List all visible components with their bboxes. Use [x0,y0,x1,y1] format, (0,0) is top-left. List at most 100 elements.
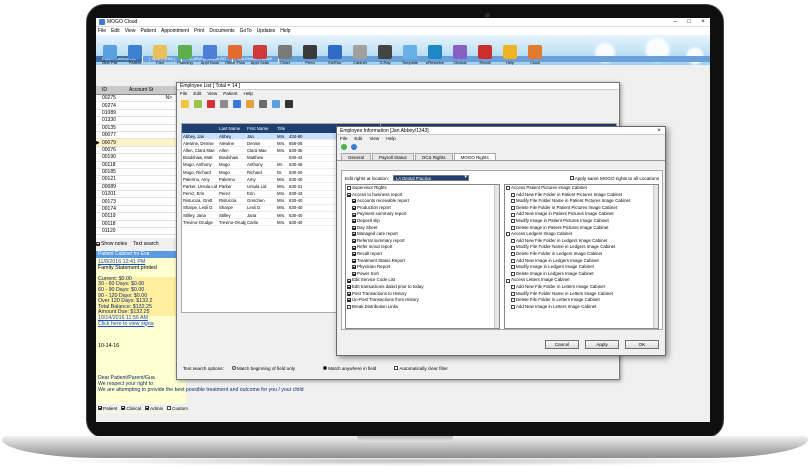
rights-item[interactable]: Access Patient Pictures Image Cabinet [505,185,658,192]
add-employee-icon[interactable] [181,100,189,108]
employee-col-header[interactable]: Title [276,126,288,131]
menu-item-print[interactable]: Print [194,28,204,34]
toolbar-button-10[interactable]: Cabinet [348,36,372,65]
patient-row[interactable]: 00089 [96,184,185,192]
rights-checkbox[interactable] [347,192,351,197]
rights-item[interactable]: Modify Image in Ledgers Image Cabinet [505,264,658,271]
folder-icon[interactable] [246,100,254,108]
menu-item-file[interactable]: File [180,90,187,97]
bottom-tab-checkbox[interactable] [167,406,172,411]
bottom-tab-patient[interactable]: Patient [103,406,117,411]
rights-item[interactable]: Delete File Folder in Ledgers Image Cabi… [505,251,658,258]
rights-checkbox[interactable] [511,252,515,257]
rights-item[interactable]: Delete Image in Ledgers Image Cabinet [505,271,658,278]
rights-item[interactable]: Edit transactions dated prior to today [346,284,499,291]
export-icon[interactable] [272,100,280,108]
patient-row[interactable]: 01120 [96,228,185,236]
patient-row[interactable]: 00118 [96,221,185,229]
patient-row[interactable]: 00185 [96,169,185,177]
rights-checkbox[interactable] [352,206,356,211]
menu-item-documents[interactable]: Documents [209,28,234,34]
rights-item[interactable]: Add New Image in Letters Image Cabinet [505,304,658,311]
rights-checkbox[interactable] [347,285,351,290]
rights-item[interactable]: Post Transactions to History [346,291,499,298]
patient-row[interactable]: 00121 [96,176,185,184]
rights-checkbox[interactable] [511,206,515,211]
rights-checkbox[interactable] [347,278,351,283]
bottom-tab-checkbox[interactable] [98,406,102,411]
rights-checkbox[interactable] [352,265,356,270]
rights-checkbox[interactable] [511,239,515,244]
save-icon[interactable] [341,144,347,150]
patient-row[interactable]: 01089 [96,110,185,118]
rights-item[interactable]: Delete File Folder in Letters Image Cabi… [505,297,658,304]
match-beginning-radio[interactable] [231,366,236,371]
toolbar-button-12[interactable]: Template [398,36,422,65]
patient-row[interactable]: ▶ 00079 [96,139,185,147]
toolbar-button-14[interactable]: Clinical [448,36,472,65]
menu-item-appointment[interactable]: Appointment [161,28,189,34]
rights-item[interactable]: Break Distribution Links [346,304,499,311]
patient-row[interactable]: 00135 [96,125,185,132]
print-icon[interactable] [259,100,267,108]
cancel-button[interactable]: Cancel [545,340,579,349]
rights-checkbox[interactable] [347,298,351,303]
toolbar-button-15[interactable]: Recall [473,36,497,65]
menu-item-edit[interactable]: Edit [354,135,362,142]
toolbar-button-4[interactable]: Appt Book [198,36,222,65]
match-anywhere-radio[interactable] [323,366,328,371]
left-list-scrollbar[interactable] [494,185,499,328]
rights-item[interactable]: Modify File Folder Name in Patient Pictu… [505,198,658,205]
employee-col-header[interactable]: First Name [246,126,276,131]
ok-button[interactable]: OK [625,340,659,349]
menu-item-edit[interactable]: Edit [193,90,201,97]
rights-checkbox[interactable] [511,285,515,290]
toolbar-button-0[interactable]: New Pat. [98,36,122,65]
rights-item[interactable]: Refer in/out report [346,244,499,251]
rights-item[interactable]: Production report [346,205,499,212]
toolbar-button-16[interactable]: Help [498,36,522,65]
menu-item-view[interactable]: View [125,28,136,34]
rights-checkbox[interactable] [511,258,515,263]
rights-item[interactable]: Modify Image in Patient Pictures Image C… [505,218,658,225]
toolbar-button-11[interactable]: X-Ray [373,36,397,65]
rights-checkbox[interactable] [511,199,515,204]
rights-checkbox[interactable] [352,252,356,257]
refresh-icon[interactable] [351,144,357,150]
rights-checkbox[interactable] [511,272,515,277]
rights-item[interactable]: Edit Service Code List [346,277,499,284]
tab-general[interactable]: General [341,153,372,160]
rights-checkbox[interactable] [352,212,356,217]
rights-checkbox[interactable] [352,232,356,237]
rights-checkbox[interactable] [511,265,515,270]
rights-item[interactable]: Modify File Folder Name in Letters Image… [505,291,658,298]
col-id[interactable]: ID [96,87,107,93]
toolbar-button-17[interactable]: Clock [523,36,547,65]
rights-checkbox[interactable] [511,212,515,217]
toolbar-button-7[interactable]: Chart [273,36,297,65]
rights-item[interactable]: Accounts receivable report [346,198,499,205]
toolbar-button-6[interactable]: Appt Scan [248,36,272,65]
rights-item[interactable]: Delete File Folder in Patient Pictures I… [505,205,658,212]
patient-row[interactable]: 00190 [96,154,185,162]
rights-checkbox[interactable] [352,225,356,230]
rights-item[interactable]: Power Sort [346,271,499,278]
right-list-scrollbar[interactable] [653,185,658,328]
menu-item-file[interactable]: File [340,135,347,142]
apply-same-checkbox[interactable] [569,176,574,180]
bottom-tab-custom[interactable]: Custom [172,406,188,411]
rights-item[interactable]: Add New Image in Ledgers Image Cabinet [505,258,658,265]
rights-item[interactable]: Recall report [346,251,499,258]
patient-row[interactable]: 00174 [96,206,185,214]
rights-item[interactable]: Access Ledgers Image Cabinet [505,231,658,238]
rights-checkbox[interactable] [506,232,510,237]
filter-icon[interactable] [220,100,228,108]
menu-item-patient[interactable]: Patient [140,28,156,34]
menu-item-updates[interactable]: Updates [257,28,276,34]
rights-item[interactable]: Supervisor Rights [346,185,499,192]
location-select[interactable]: LA Dental Practice [392,175,469,181]
toolbar-button-5[interactable]: Office Flow [223,36,247,65]
rights-item[interactable]: Payment summary report [346,211,499,218]
rights-item[interactable]: Un-Post Transactions from History [346,297,499,304]
toolbar-button-1[interactable]: Patient [123,36,147,65]
